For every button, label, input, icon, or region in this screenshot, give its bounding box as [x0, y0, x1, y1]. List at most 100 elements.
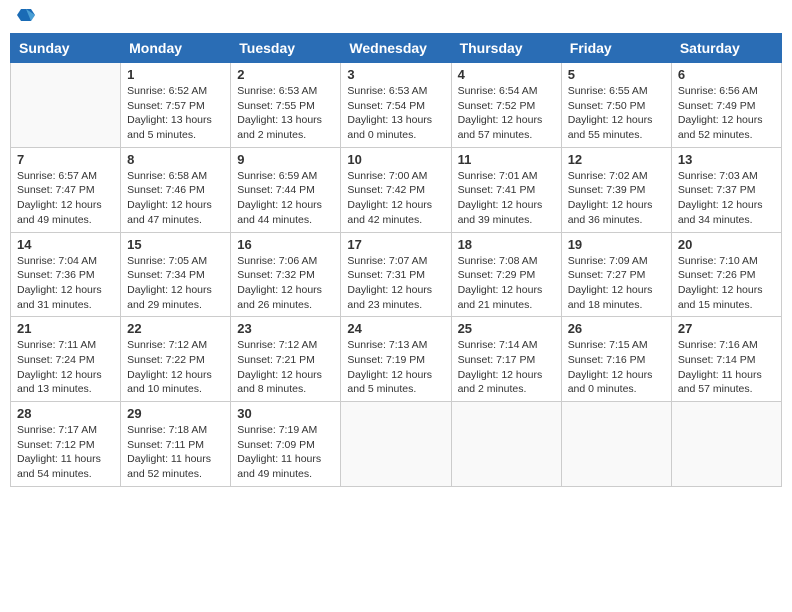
calendar-cell [341, 402, 451, 487]
day-number: 20 [678, 237, 775, 252]
column-header-thursday: Thursday [451, 34, 561, 63]
day-number: 13 [678, 152, 775, 167]
calendar-cell: 30 Sunrise: 7:19 AM Sunset: 7:09 PM Dayli… [231, 402, 341, 487]
day-info: Sunrise: 7:12 AM Sunset: 7:21 PM Dayligh… [237, 338, 334, 397]
calendar-week-5: 28 Sunrise: 7:17 AM Sunset: 7:12 PM Dayli… [11, 402, 782, 487]
calendar-cell: 15Sunrise: 7:05 AM Sunset: 7:34 PM Dayli… [121, 232, 231, 317]
calendar-cell: 12 Sunrise: 7:02 AM Sunset: 7:39 PM Dayli… [561, 147, 671, 232]
day-info: Sunrise: 7:17 AM Sunset: 7:12 PM Dayligh… [17, 423, 114, 482]
calendar-cell: 29Sunrise: 7:18 AM Sunset: 7:11 PM Dayli… [121, 402, 231, 487]
logo [15, 15, 35, 25]
calendar-cell: 7 Sunrise: 6:57 AM Sunset: 7:47 PM Daylig… [11, 147, 121, 232]
column-header-saturday: Saturday [671, 34, 781, 63]
calendar-cell: 27 Sunrise: 7:16 AM Sunset: 7:14 PM Dayli… [671, 317, 781, 402]
calendar-week-4: 21 Sunrise: 7:11 AM Sunset: 7:24 PM Dayli… [11, 317, 782, 402]
calendar-cell: 13 Sunrise: 7:03 AM Sunset: 7:37 PM Dayli… [671, 147, 781, 232]
day-number: 12 [568, 152, 665, 167]
day-info: Sunrise: 6:57 AM Sunset: 7:47 PM Dayligh… [17, 169, 114, 228]
day-info: Sunrise: 7:10 AM Sunset: 7:26 PM Dayligh… [678, 254, 775, 313]
day-info: Sunrise: 6:52 AM Sunset: 7:57 PM Dayligh… [127, 84, 224, 143]
day-info: Sunrise: 6:58 AM Sunset: 7:46 PM Dayligh… [127, 169, 224, 228]
calendar-cell: 24 Sunrise: 7:13 AM Sunset: 7:19 PM Dayli… [341, 317, 451, 402]
day-number: 24 [347, 321, 444, 336]
day-info: Sunrise: 7:18 AM Sunset: 7:11 PM Dayligh… [127, 423, 224, 482]
day-info: Sunrise: 7:19 AM Sunset: 7:09 PM Dayligh… [237, 423, 334, 482]
day-info: Sunrise: 7:04 AM Sunset: 7:36 PM Dayligh… [17, 254, 114, 313]
calendar-week-3: 14Sunrise: 7:04 AM Sunset: 7:36 PM Dayli… [11, 232, 782, 317]
calendar-cell: 20 Sunrise: 7:10 AM Sunset: 7:26 PM Dayli… [671, 232, 781, 317]
column-header-tuesday: Tuesday [231, 34, 341, 63]
day-info: Sunrise: 7:01 AM Sunset: 7:41 PM Dayligh… [458, 169, 555, 228]
calendar-cell: 2 Sunrise: 6:53 AM Sunset: 7:55 PM Daylig… [231, 63, 341, 148]
day-info: Sunrise: 7:06 AM Sunset: 7:32 PM Dayligh… [237, 254, 334, 313]
day-info: Sunrise: 7:13 AM Sunset: 7:19 PM Dayligh… [347, 338, 444, 397]
day-info: Sunrise: 7:09 AM Sunset: 7:27 PM Dayligh… [568, 254, 665, 313]
calendar-cell: 25 Sunrise: 7:14 AM Sunset: 7:17 PM Dayli… [451, 317, 561, 402]
day-number: 9 [237, 152, 334, 167]
calendar-cell: 28 Sunrise: 7:17 AM Sunset: 7:12 PM Dayli… [11, 402, 121, 487]
day-number: 2 [237, 67, 334, 82]
calendar-cell: 9 Sunrise: 6:59 AM Sunset: 7:44 PM Daylig… [231, 147, 341, 232]
calendar-cell: 19 Sunrise: 7:09 AM Sunset: 7:27 PM Dayli… [561, 232, 671, 317]
day-info: Sunrise: 7:08 AM Sunset: 7:29 PM Dayligh… [458, 254, 555, 313]
calendar-cell [451, 402, 561, 487]
calendar-cell: 11Sunrise: 7:01 AM Sunset: 7:41 PM Dayli… [451, 147, 561, 232]
calendar-cell: 4 Sunrise: 6:54 AM Sunset: 7:52 PM Daylig… [451, 63, 561, 148]
calendar-table: SundayMondayTuesdayWednesdayThursdayFrid… [10, 33, 782, 487]
day-number: 4 [458, 67, 555, 82]
day-info: Sunrise: 7:00 AM Sunset: 7:42 PM Dayligh… [347, 169, 444, 228]
logo-icon [17, 7, 35, 25]
day-info: Sunrise: 7:16 AM Sunset: 7:14 PM Dayligh… [678, 338, 775, 397]
calendar-cell: 22Sunrise: 7:12 AM Sunset: 7:22 PM Dayli… [121, 317, 231, 402]
day-number: 22 [127, 321, 224, 336]
calendar-cell: 21 Sunrise: 7:11 AM Sunset: 7:24 PM Dayli… [11, 317, 121, 402]
day-number: 3 [347, 67, 444, 82]
day-info: Sunrise: 7:14 AM Sunset: 7:17 PM Dayligh… [458, 338, 555, 397]
day-info: Sunrise: 7:15 AM Sunset: 7:16 PM Dayligh… [568, 338, 665, 397]
day-number: 25 [458, 321, 555, 336]
day-info: Sunrise: 6:53 AM Sunset: 7:55 PM Dayligh… [237, 84, 334, 143]
column-header-sunday: Sunday [11, 34, 121, 63]
calendar-cell: 10 Sunrise: 7:00 AM Sunset: 7:42 PM Dayli… [341, 147, 451, 232]
day-info: Sunrise: 7:02 AM Sunset: 7:39 PM Dayligh… [568, 169, 665, 228]
page-header [10, 10, 782, 25]
day-info: Sunrise: 6:55 AM Sunset: 7:50 PM Dayligh… [568, 84, 665, 143]
calendar-cell: 26 Sunrise: 7:15 AM Sunset: 7:16 PM Dayli… [561, 317, 671, 402]
day-number: 30 [237, 406, 334, 421]
day-info: Sunrise: 6:59 AM Sunset: 7:44 PM Dayligh… [237, 169, 334, 228]
calendar-cell: 17 Sunrise: 7:07 AM Sunset: 7:31 PM Dayli… [341, 232, 451, 317]
day-number: 15 [127, 237, 224, 252]
calendar-cell: 3 Sunrise: 6:53 AM Sunset: 7:54 PM Daylig… [341, 63, 451, 148]
day-number: 6 [678, 67, 775, 82]
day-number: 26 [568, 321, 665, 336]
day-number: 27 [678, 321, 775, 336]
day-number: 28 [17, 406, 114, 421]
day-info: Sunrise: 7:07 AM Sunset: 7:31 PM Dayligh… [347, 254, 444, 313]
day-number: 5 [568, 67, 665, 82]
day-info: Sunrise: 7:11 AM Sunset: 7:24 PM Dayligh… [17, 338, 114, 397]
day-number: 18 [458, 237, 555, 252]
calendar-cell [671, 402, 781, 487]
column-header-wednesday: Wednesday [341, 34, 451, 63]
calendar-cell: 14Sunrise: 7:04 AM Sunset: 7:36 PM Dayli… [11, 232, 121, 317]
calendar-cell: 5 Sunrise: 6:55 AM Sunset: 7:50 PM Daylig… [561, 63, 671, 148]
calendar-cell: 23Sunrise: 7:12 AM Sunset: 7:21 PM Dayli… [231, 317, 341, 402]
calendar-week-1: 1 Sunrise: 6:52 AM Sunset: 7:57 PM Daylig… [11, 63, 782, 148]
calendar-cell: 1 Sunrise: 6:52 AM Sunset: 7:57 PM Daylig… [121, 63, 231, 148]
day-info: Sunrise: 7:03 AM Sunset: 7:37 PM Dayligh… [678, 169, 775, 228]
day-number: 1 [127, 67, 224, 82]
day-info: Sunrise: 6:56 AM Sunset: 7:49 PM Dayligh… [678, 84, 775, 143]
calendar-cell: 8 Sunrise: 6:58 AM Sunset: 7:46 PM Daylig… [121, 147, 231, 232]
day-number: 19 [568, 237, 665, 252]
day-number: 16 [237, 237, 334, 252]
day-number: 17 [347, 237, 444, 252]
calendar-cell: 6 Sunrise: 6:56 AM Sunset: 7:49 PM Daylig… [671, 63, 781, 148]
calendar-cell [561, 402, 671, 487]
day-number: 8 [127, 152, 224, 167]
day-number: 21 [17, 321, 114, 336]
day-number: 10 [347, 152, 444, 167]
day-info: Sunrise: 6:53 AM Sunset: 7:54 PM Dayligh… [347, 84, 444, 143]
calendar-cell [11, 63, 121, 148]
day-number: 7 [17, 152, 114, 167]
day-info: Sunrise: 6:54 AM Sunset: 7:52 PM Dayligh… [458, 84, 555, 143]
